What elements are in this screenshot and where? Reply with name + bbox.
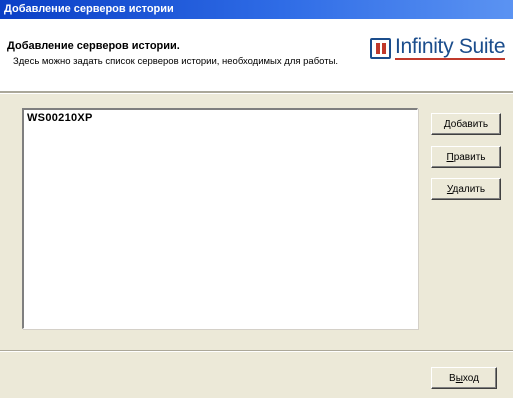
window-title-bar[interactable]: Добавление серверов истории xyxy=(0,0,513,19)
page-description: Здесь можно задать список серверов истор… xyxy=(13,56,339,67)
edit-server-button[interactable]: Править xyxy=(431,146,501,168)
infinity-suite-logo-icon xyxy=(370,37,391,59)
footer-divider xyxy=(0,350,513,352)
add-server-button[interactable]: Добавить xyxy=(431,113,501,135)
infinity-suite-logo: Infinity Suite xyxy=(370,35,506,61)
page-title: Добавление серверов истории. xyxy=(7,40,180,52)
server-list-item[interactable]: WS00210XP xyxy=(24,110,417,126)
wizard-header: Добавление серверов истории. Здесь можно… xyxy=(0,19,513,92)
header-divider xyxy=(0,92,513,94)
delete-server-button[interactable]: Удалить xyxy=(431,178,501,200)
server-list[interactable]: WS00210XP xyxy=(22,108,418,329)
window-title: Добавление серверов истории xyxy=(4,3,174,15)
exit-button[interactable]: Выход xyxy=(431,367,497,389)
logo-text: Infinity Suite xyxy=(395,35,506,60)
